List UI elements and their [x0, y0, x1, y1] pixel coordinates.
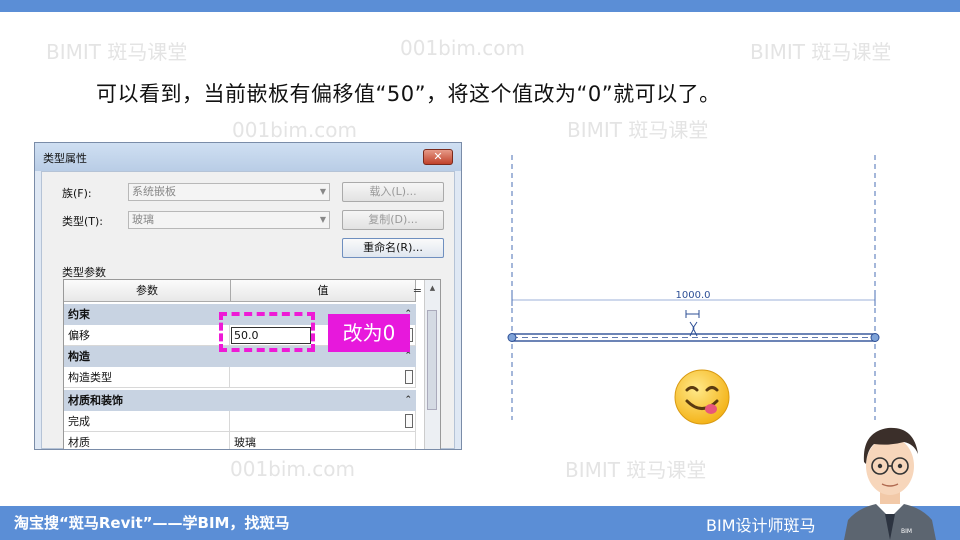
table-row[interactable]: 材质 玻璃: [64, 432, 416, 449]
scroll-up-icon[interactable]: ▲: [425, 284, 440, 292]
chevron-down-icon: ▼: [319, 215, 326, 224]
change-to-zero-tag: 改为0: [328, 314, 410, 352]
scrollbar-thumb[interactable]: [427, 310, 437, 410]
type-value: 玻璃: [132, 213, 154, 226]
footer-author: BIM设计师斑马: [706, 516, 816, 535]
dialog-title: 类型属性: [43, 152, 87, 165]
value-picker-icon[interactable]: [405, 414, 413, 428]
value-picker-icon[interactable]: [405, 370, 413, 384]
param-name: 完成: [64, 411, 230, 432]
group-row-materials[interactable]: 材质和装饰 ⌃: [64, 390, 416, 411]
watermark: BIMIT 斑马课堂: [567, 118, 709, 142]
grid-options-icon[interactable]: =: [413, 280, 422, 302]
collapse-icon: ⌃: [404, 395, 412, 405]
top-accent-bar: [0, 0, 960, 12]
avatar: BIM: [844, 427, 936, 540]
param-value-cell[interactable]: [230, 411, 416, 432]
param-name: 构造类型: [64, 367, 230, 388]
close-button[interactable]: ✕: [423, 149, 453, 165]
smiley-emoji-icon: [674, 369, 730, 425]
watermark: BIMIT 斑马课堂: [565, 458, 707, 482]
table-row[interactable]: 构造类型: [64, 367, 416, 388]
column-header-value[interactable]: 值: [231, 280, 416, 302]
type-combobox[interactable]: 玻璃 ▼: [128, 211, 330, 229]
chevron-down-icon: ▼: [319, 187, 326, 196]
family-value: 系统嵌板: [132, 185, 176, 198]
watermark: BIMIT 斑马课堂: [750, 40, 892, 64]
duplicate-button[interactable]: 复制(D)...: [342, 210, 444, 230]
column-header-parameter[interactable]: 参数: [64, 280, 231, 302]
avatar-badge: BIM: [901, 528, 912, 535]
watermark: 001bim.com: [400, 36, 525, 60]
param-name: 偏移: [64, 325, 230, 346]
type-properties-dialog: 类型属性 ✕ 族(F): 系统嵌板 ▼ 载入(L)... 类型(T): 玻璃 ▼…: [34, 142, 462, 450]
param-name: 材质: [64, 432, 230, 449]
left-grip: [507, 333, 517, 342]
watermark: 001bim.com: [230, 457, 355, 481]
family-label: 族(F):: [62, 187, 92, 200]
dimension-text: 1000.0: [676, 290, 711, 301]
group-label: 构造: [68, 350, 90, 363]
right-grip: [870, 333, 880, 342]
group-label: 约束: [68, 308, 90, 321]
type-parameters-label: 类型参数: [62, 266, 106, 279]
slide-caption: 可以看到，当前嵌板有偏移值“50”，将这个值改为“0”就可以了。: [96, 82, 721, 106]
family-combobox[interactable]: 系统嵌板 ▼: [128, 183, 330, 201]
rename-button[interactable]: 重命名(R)...: [342, 238, 444, 258]
type-label: 类型(T):: [62, 215, 104, 228]
table-row[interactable]: 完成: [64, 411, 416, 432]
footer-promo: 淘宝搜“斑马Revit”——学BIM，找斑马: [14, 514, 290, 532]
parameters-grid: 参数 值 = 约束 ⌃ 偏移 50.0 构造 ⌃ 构造类型 材质和装饰: [63, 279, 441, 449]
param-value-cell[interactable]: [230, 367, 416, 388]
dialog-titlebar[interactable]: 类型属性 ✕: [35, 143, 461, 171]
grid-scrollbar[interactable]: ▲: [424, 280, 440, 449]
param-value-cell[interactable]: 玻璃: [230, 432, 416, 449]
watermark: BIMIT 斑马课堂: [46, 40, 188, 64]
highlight-dashed-box: [219, 312, 315, 352]
close-icon: ✕: [433, 150, 443, 163]
param-value: 玻璃: [234, 436, 256, 449]
watermark: 001bim.com: [232, 118, 357, 142]
group-label: 材质和装饰: [68, 394, 123, 407]
load-button[interactable]: 载入(L)...: [342, 182, 444, 202]
